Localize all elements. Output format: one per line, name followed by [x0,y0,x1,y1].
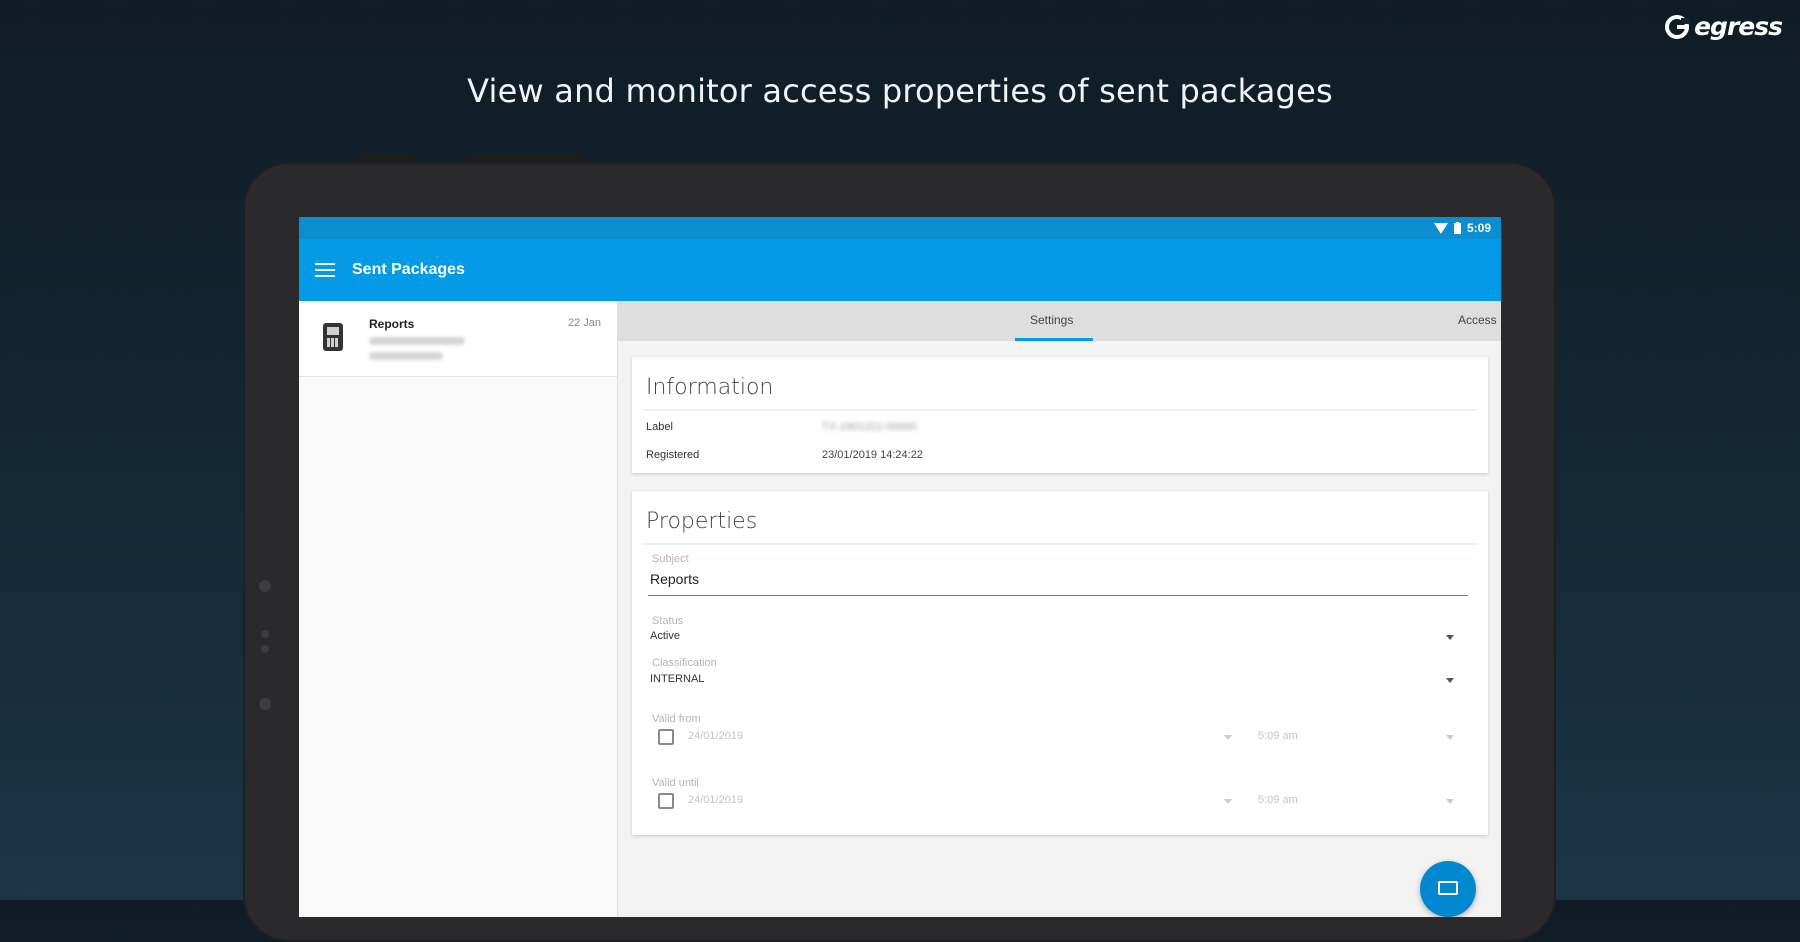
brand-name: egress [1694,12,1783,41]
valid-until-date-dropdown-icon[interactable] [1224,799,1232,804]
status-time: 5:09 [1466,221,1491,235]
tab-access[interactable]: Access [1458,313,1497,327]
package-icon [323,323,343,351]
properties-card: Properties Subject Reports Status Active… [632,491,1488,835]
valid-until-date[interactable]: 24/01/2019 [688,794,743,806]
valid-until-checkbox[interactable] [658,793,674,809]
redacted-recipient [369,352,443,360]
package-detail: Settings Access Information Label TX-190… [618,301,1501,917]
status-bar: 5:09 [299,217,1501,239]
status-label: Status [652,615,684,627]
subject-input[interactable]: Reports [650,571,699,587]
envelope-icon [1438,881,1458,895]
classification-label: Classification [652,657,717,669]
status-dropdown-icon[interactable] [1446,635,1454,640]
tab-settings[interactable]: Settings [1030,313,1073,327]
detail-tabs: Settings Access [618,301,1501,341]
valid-from-date[interactable]: 24/01/2019 [688,730,743,742]
information-card: Information Label TX-1901221-00000 Regis… [632,357,1488,473]
tablet-sensor [261,630,269,638]
valid-until-time[interactable]: 5:09 am [1258,794,1298,806]
package-title: Reports [369,317,415,331]
egress-logo-icon [1665,14,1691,39]
classification-select[interactable]: INTERNAL [650,673,704,685]
subject-underline [648,595,1468,596]
redacted-recipient [369,337,465,345]
tablet-sensor [259,580,271,592]
label-field-label: Label [646,421,673,433]
registered-field-value: 23/01/2019 14:24:22 [822,449,923,461]
tab-indicator [1015,338,1093,341]
status-select[interactable]: Active [650,630,680,642]
wifi-icon [1433,222,1448,234]
label-field-value: TX-1901221-00000 [822,421,917,433]
package-list: Reports 22 Jan [299,301,618,917]
card-divider [642,543,1478,545]
page-headline: View and monitor access properties of se… [467,72,1333,110]
valid-from-date-dropdown-icon[interactable] [1224,735,1232,740]
subject-label: Subject [652,553,689,565]
valid-from-time[interactable]: 5:09 am [1258,730,1298,742]
tablet-sensor [259,698,271,710]
package-date: 22 Jan [567,317,601,329]
valid-from-checkbox[interactable] [658,729,674,745]
app-title: Sent Packages [352,261,465,278]
compose-button[interactable] [1420,861,1476,917]
app-screen: 5:09 Sent Packages Reports 22 Jan Settin… [299,217,1501,917]
card-divider [642,409,1478,411]
valid-until-time-dropdown-icon[interactable] [1446,799,1454,804]
valid-from-label: Valid from [652,713,701,725]
tablet-sensor [261,645,269,653]
valid-from-time-dropdown-icon[interactable] [1446,735,1454,740]
battery-icon [1453,222,1461,234]
properties-title: Properties [646,509,758,534]
egress-logo: egress [1664,12,1783,41]
information-title: Information [646,375,774,400]
hamburger-menu-icon[interactable] [315,263,335,277]
app-bar: Sent Packages [299,239,1501,301]
valid-until-label: Valid until [652,777,699,789]
registered-field-label: Registered [646,449,700,461]
list-item[interactable]: Reports 22 Jan [299,301,617,377]
classification-dropdown-icon[interactable] [1446,678,1454,683]
